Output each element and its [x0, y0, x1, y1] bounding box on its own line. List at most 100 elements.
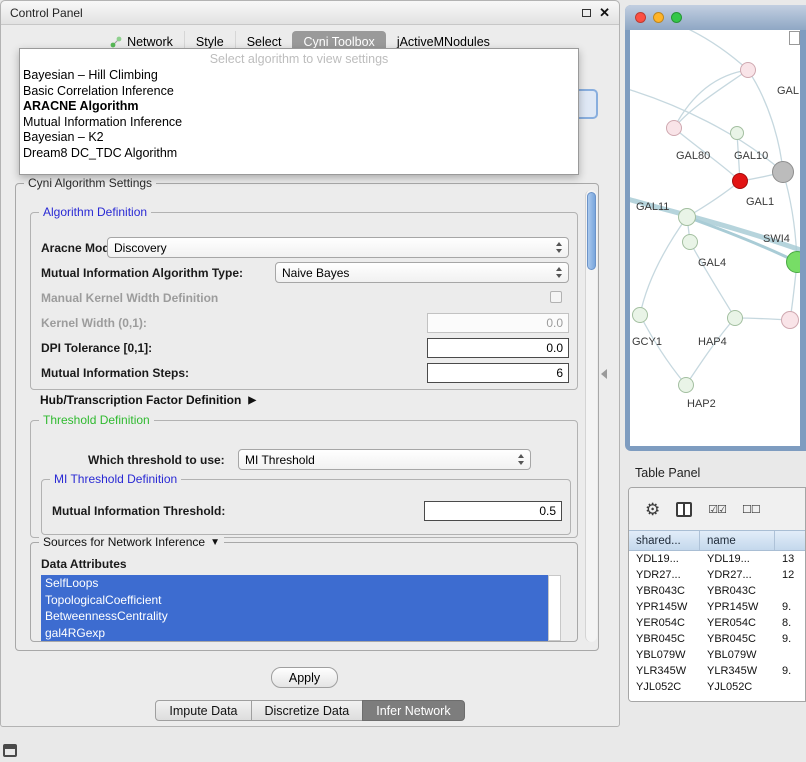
- network-node[interactable]: [727, 310, 743, 326]
- mi-threshold-field[interactable]: 0.5: [424, 501, 562, 521]
- settings-scrollbar-thumb[interactable]: [587, 192, 596, 270]
- manual-kernel-checkbox[interactable]: [550, 291, 562, 303]
- splitpane-handle[interactable]: [601, 369, 607, 379]
- network-node[interactable]: [678, 208, 696, 226]
- attribute-item[interactable]: TopologicalCoefficient: [41, 592, 548, 609]
- aracne-mode-value: Discovery: [114, 241, 167, 255]
- tab-network-label: Network: [127, 35, 173, 49]
- close-window-icon[interactable]: [635, 12, 646, 23]
- network-icon: [110, 36, 123, 48]
- table-row[interactable]: YBL079W YBL079W: [629, 647, 805, 663]
- mi-steps-field[interactable]: 6: [427, 363, 569, 383]
- node-label: GAL80: [676, 150, 710, 162]
- algorithm-option[interactable]: Bayesian – K2: [20, 130, 578, 146]
- which-threshold-select[interactable]: MI Threshold: [238, 449, 531, 470]
- algorithm-definition-group: Algorithm Definition Aracne Mode: Discov…: [30, 212, 578, 390]
- cell: YBR043C: [700, 585, 775, 597]
- cell: YJL052C: [629, 681, 700, 693]
- attribute-item[interactable]: SelfLoops: [41, 575, 548, 592]
- column-header-3[interactable]: [775, 531, 805, 550]
- float-panel-icon[interactable]: [582, 9, 591, 17]
- algorithm-option[interactable]: Bayesian – Hill Climbing: [20, 68, 578, 84]
- minimize-window-icon[interactable]: [653, 12, 664, 23]
- columns-icon[interactable]: [676, 502, 692, 517]
- network-node[interactable]: [682, 234, 698, 250]
- node-label: GAL: [777, 85, 799, 97]
- network-node-selected[interactable]: [732, 173, 748, 189]
- node-label: HAP4: [698, 336, 727, 348]
- tab-discretize-data[interactable]: Discretize Data: [251, 700, 364, 721]
- table-row[interactable]: YLR345W YLR345W 9.: [629, 663, 805, 679]
- network-node[interactable]: [781, 311, 799, 329]
- control-panel-title: Control Panel: [10, 6, 83, 20]
- mi-threshold-group-title: MI Threshold Definition: [50, 472, 181, 486]
- overview-toggle-box[interactable]: [789, 31, 800, 45]
- table-row[interactable]: YJL052C YJL052C: [629, 679, 805, 695]
- algorithm-option-selected[interactable]: ARACNE Algorithm: [20, 99, 578, 115]
- settings-scrollbar[interactable]: [585, 190, 597, 642]
- network-node[interactable]: [666, 120, 682, 136]
- node-label: SWI4: [763, 233, 790, 245]
- deselect-all-icon[interactable]: ☐☐: [742, 503, 760, 516]
- table-row[interactable]: YBR043C YBR043C: [629, 583, 805, 599]
- mi-threshold-label: Mutual Information Threshold:: [52, 504, 225, 518]
- select-all-icon[interactable]: ☑☑: [708, 503, 726, 516]
- table-header: shared... name: [629, 530, 805, 551]
- network-view-window: GAL GAL80 GAL10 GAL11 GAL1 SWI4 GAL4 GCY…: [625, 5, 806, 451]
- dpi-tolerance-field[interactable]: 0.0: [427, 338, 569, 358]
- table-row[interactable]: YDR27... YDR27... 12: [629, 567, 805, 583]
- apply-button[interactable]: Apply: [271, 667, 338, 688]
- network-node[interactable]: [632, 307, 648, 323]
- hub-definition-toggle[interactable]: Hub/Transcription Factor Definition ▶: [40, 393, 256, 407]
- sources-group: Sources for Network Inference ▼ Data Att…: [30, 542, 578, 642]
- table-row[interactable]: YPR145W YPR145W 9.: [629, 599, 805, 615]
- algorithm-option[interactable]: Dream8 DC_TDC Algorithm: [20, 146, 578, 162]
- restore-panel-icon[interactable]: [3, 744, 17, 757]
- table-row[interactable]: YBR045C YBR045C 9.: [629, 631, 805, 647]
- cell: YPR145W: [629, 601, 700, 613]
- algorithm-combobox-fragment[interactable]: [579, 89, 598, 119]
- cyni-bottom-tabbar: Impute Data Discretize Data Infer Networ…: [1, 700, 619, 721]
- threshold-definition-group: Threshold Definition Which threshold to …: [30, 420, 578, 538]
- control-panel-window: Control Panel ✕ Network Style Select Cyn…: [0, 0, 620, 727]
- network-node[interactable]: [730, 126, 744, 140]
- column-header-name[interactable]: name: [700, 531, 775, 550]
- cell: 13: [775, 553, 805, 565]
- algorithm-dropdown-popup: Select algorithm to view settings Bayesi…: [19, 48, 579, 175]
- attribute-item[interactable]: gal4RGexp: [41, 625, 548, 642]
- column-header-shared-name[interactable]: shared...: [629, 531, 700, 550]
- table-row[interactable]: YER054C YER054C 8.: [629, 615, 805, 631]
- gear-icon[interactable]: ⚙: [645, 501, 660, 518]
- network-node[interactable]: [740, 62, 756, 78]
- cell: YDR27...: [629, 569, 700, 581]
- data-attributes-list: SelfLoops TopologicalCoefficient Between…: [41, 575, 548, 641]
- attributes-list-scrollbar[interactable]: [548, 575, 561, 641]
- algorithm-option[interactable]: Basic Correlation Inference: [20, 84, 578, 100]
- network-canvas[interactable]: GAL GAL80 GAL10 GAL11 GAL1 SWI4 GAL4 GCY…: [630, 30, 800, 446]
- mi-type-label: Mutual Information Algorithm Type:: [41, 266, 243, 280]
- close-icon[interactable]: ✕: [599, 6, 610, 19]
- mi-type-select[interactable]: Naive Bayes: [275, 262, 569, 283]
- cell: YDR27...: [700, 569, 775, 581]
- table-row[interactable]: YDL19... YDL19... 13: [629, 551, 805, 567]
- cell: YDL19...: [700, 553, 775, 565]
- collapse-down-icon: ▼: [210, 537, 220, 548]
- attribute-item[interactable]: BetweennessCentrality: [41, 608, 548, 625]
- network-node[interactable]: [772, 161, 794, 183]
- table-panel-title: Table Panel: [635, 466, 700, 480]
- combo-arrows-icon: [556, 242, 562, 253]
- node-label: GAL11: [636, 201, 669, 213]
- tab-impute-data[interactable]: Impute Data: [155, 700, 251, 721]
- algorithm-option[interactable]: Mutual Information Inference: [20, 115, 578, 131]
- network-node[interactable]: [678, 377, 694, 393]
- kernel-width-field[interactable]: 0.0: [427, 313, 569, 333]
- sources-toggle[interactable]: Sources for Network Inference ▼: [39, 535, 224, 549]
- tab-select-label: Select: [247, 35, 282, 49]
- cell: YER054C: [629, 617, 700, 629]
- aracne-mode-select[interactable]: Discovery: [107, 237, 569, 258]
- cell: 9.: [775, 665, 805, 677]
- tab-style-label: Style: [196, 35, 224, 49]
- zoom-window-icon[interactable]: [671, 12, 682, 23]
- manual-kernel-label: Manual Kernel Width Definition: [41, 291, 218, 305]
- tab-infer-network[interactable]: Infer Network: [362, 700, 464, 721]
